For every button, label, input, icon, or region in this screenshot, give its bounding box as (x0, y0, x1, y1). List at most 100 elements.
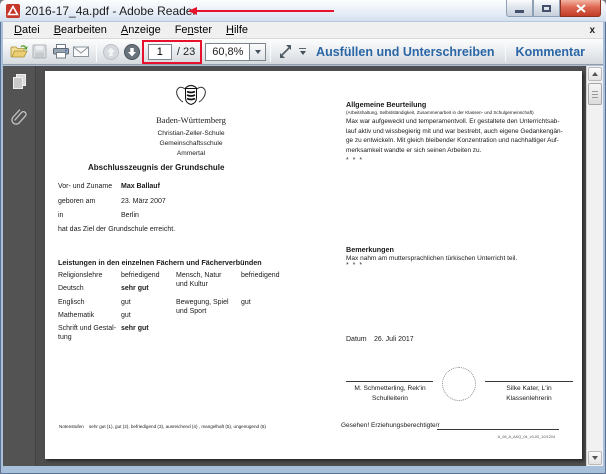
save-icon (31, 43, 48, 60)
student-name-row: Vor- und Zuname Max Ballauf (58, 183, 228, 192)
menubar: Datei Bearbeiten Anzeige Fenster Hilfe x (3, 22, 603, 39)
save-button[interactable] (30, 41, 51, 63)
subject-label: Deutsch (58, 285, 84, 294)
open-file-button[interactable] (9, 41, 30, 63)
state-name: Baden-Württemberg (111, 115, 271, 126)
attachments-button[interactable] (3, 102, 36, 132)
maximize-icon (542, 5, 551, 12)
comment-button[interactable]: Kommentar (506, 45, 595, 59)
vertical-scrollbar[interactable] (586, 66, 603, 466)
subject-label: Mathematik (58, 312, 94, 321)
assessment-criteria: (Arbeitshaltung, Selbstständigkeit, Zusa… (346, 110, 582, 116)
student-place-row: in Berlin (58, 212, 228, 221)
date-value: 26. Juli 2017 (374, 336, 414, 345)
grade-value: gut (241, 299, 251, 308)
coat-of-arms (173, 82, 209, 112)
zoom-dropdown-icon (255, 50, 261, 54)
toolbar-separator (270, 42, 271, 62)
guardian-seen-label: Gesehen! Erziehungsberechtigte/r (341, 422, 440, 430)
titlebar[interactable]: 2016-17_4a.pdf - Adobe Reader (0, 0, 606, 22)
close-button[interactable] (560, 0, 601, 17)
birth-date: 23. März 2007 (121, 198, 166, 207)
subject-label: Bewegung, Spiel und Sport (176, 299, 229, 317)
date-row: Datum 26. Juli 2017 (346, 336, 367, 345)
remarks-text: Max nahm am muttersprachlichen türkische… (346, 255, 586, 263)
adobe-reader-window: 2016-17_4a.pdf - Adobe Reader Datei Bear… (0, 0, 606, 474)
maximize-button[interactable] (533, 0, 560, 17)
email-button[interactable] (71, 41, 92, 63)
previous-page-icon (102, 43, 120, 61)
document-canvas[interactable]: Baden-Württemberg Christian-Zeller-Schul… (37, 66, 586, 466)
print-button[interactable] (50, 41, 71, 63)
menu-anzeige[interactable]: Anzeige (114, 23, 168, 37)
toolbar-overflow-icon (299, 48, 306, 50)
next-page-button[interactable] (121, 41, 142, 63)
resize-view-button[interactable] (275, 41, 296, 63)
minimize-icon (515, 10, 524, 13)
field-label: Vor- und Zuname (58, 183, 112, 190)
grade-value: gut (121, 299, 131, 308)
scroll-down-icon (592, 456, 598, 460)
signature-left: M. Schmetterling, Rek'in Schulleiterin (335, 384, 445, 403)
zoom-value-field[interactable]: 60,8% (205, 43, 250, 61)
assessment-heading: Allgemeine Beurteilung (346, 100, 426, 109)
student-name: Max Ballauf (121, 183, 160, 192)
certificate-title: Abschlusszeugnis der Grundschule (88, 163, 224, 173)
grades-heading: Leistungen in den einzelnen Fächern und … (58, 258, 262, 267)
zoom-dropdown-button[interactable] (250, 43, 266, 61)
student-born-row: geboren am 23. März 2007 (58, 198, 228, 207)
grade-scale-text: sehr gut (1), gut (2), befriedigend (3),… (89, 424, 266, 430)
guardian-signature-line (437, 429, 559, 430)
toolbar: / 23 60,8% Ausfüllen und Unterschreiben … (3, 39, 603, 65)
close-icon (576, 4, 586, 13)
assessment-text: Max war aufgeweckt und temperamentvoll. … (346, 117, 586, 155)
fill-and-sign-button[interactable]: Ausfüllen und Unterschreiben (306, 45, 505, 59)
school-name: Christian-Zeller-Schule Gemeinschaftssch… (111, 129, 271, 159)
main-area: Baden-Württemberg Christian-Zeller-Schul… (3, 66, 603, 466)
date-label: Datum (346, 336, 367, 343)
signature-right: Silke Kater, L'in Klassenlehrerin (474, 384, 584, 403)
form-code: A_06_A_AKQ_04_v3-00_10/1204 (455, 435, 555, 440)
annotation-red-box (142, 40, 202, 64)
navigation-pane (3, 66, 36, 466)
menu-fenster[interactable]: Fenster (168, 23, 219, 37)
menu-hilfe[interactable]: Hilfe (219, 23, 255, 37)
grade-row: Mensch, Natur und Kultur befriedigend (176, 272, 306, 290)
page-thumbnails-button[interactable] (3, 66, 36, 96)
pdf-page: Baden-Württemberg Christian-Zeller-Schul… (45, 71, 582, 459)
subject-label: Englisch (58, 299, 84, 308)
close-document-button[interactable]: x (589, 25, 595, 36)
grade-value: befriedigend (241, 272, 280, 281)
subject-label: Religionslehre (58, 272, 102, 281)
open-file-icon (10, 43, 29, 60)
grade-scale-label: Notenstufen (59, 424, 84, 430)
grade-value: gut (121, 312, 131, 321)
remarks-stars: * * * (346, 262, 363, 271)
grade-row: Schrift und Gestal- tung sehr gut (58, 325, 228, 343)
previous-page-button[interactable] (101, 41, 122, 63)
menu-datei[interactable]: Datei (7, 23, 47, 37)
remarks-heading: Bemerkungen (346, 245, 394, 254)
signature-line (485, 381, 573, 382)
stamp-placeholder-circle (442, 367, 476, 401)
menu-bearbeiten[interactable]: Bearbeiten (47, 23, 114, 37)
subject-label: Mensch, Natur und Kultur (176, 272, 222, 290)
zoom-control: 60,8% (205, 43, 266, 61)
resize-view-icon (277, 43, 294, 60)
scroll-down-button[interactable] (588, 451, 602, 465)
assessment-stars: * * * (346, 157, 363, 166)
page-thumbnails-icon (11, 73, 28, 90)
email-icon (72, 44, 90, 59)
toolbar-separator (96, 42, 97, 62)
toolbar-overflow-caret-icon (300, 51, 306, 55)
page-navigation-group: / 23 (148, 44, 195, 60)
minimize-button[interactable] (506, 0, 533, 17)
annotation-red-arrow (188, 7, 334, 15)
field-label: in (58, 212, 63, 219)
toolbar-overflow-button[interactable] (299, 48, 306, 56)
scrollbar-thumb[interactable] (588, 83, 602, 105)
subject-label: Schrift und Gestal- tung (58, 325, 116, 343)
goal-statement: hat das Ziel der Grundschule erreicht. (58, 226, 175, 235)
scroll-up-button[interactable] (588, 67, 602, 81)
grade-row: Bewegung, Spiel und Sport gut (176, 299, 306, 317)
